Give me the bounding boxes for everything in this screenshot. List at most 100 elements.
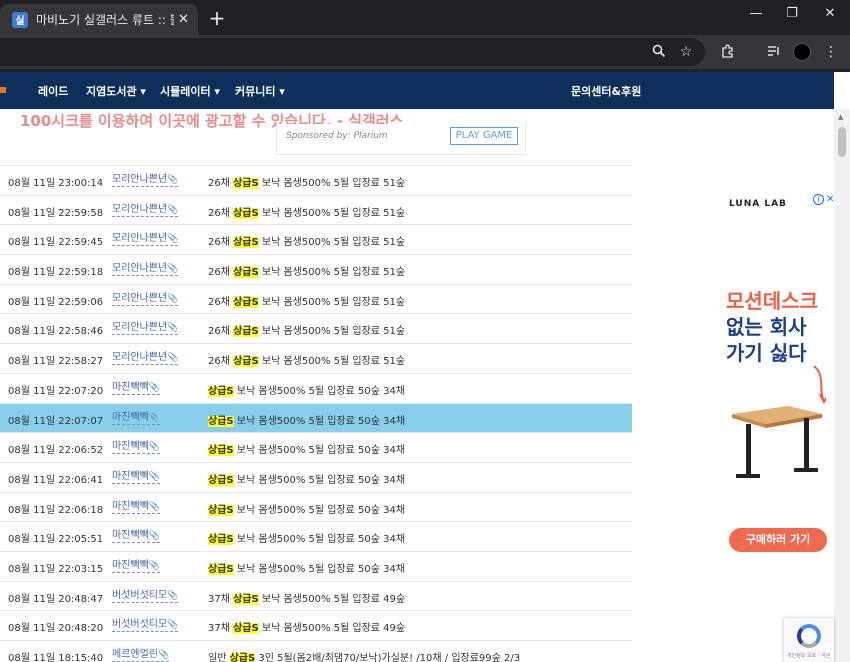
recaptcha-badge[interactable]: 개인정보 보호 - 약관: [784, 618, 834, 662]
row-timestamp: 08월 11일 22:07:07: [8, 415, 104, 427]
table-row[interactable]: 08월 11일 18:15:40 메르엔멀린📎 일반 상급S 3인 5될(몸2배/최…: [0, 640, 632, 662]
row-username[interactable]: 모리안나쁜년📎: [112, 322, 179, 336]
row-username[interactable]: 모리안나쁜년📎: [112, 352, 179, 366]
message-highlight: 상급S: [233, 237, 259, 249]
username-text[interactable]: 모리안나쁜년: [112, 352, 167, 363]
username-text[interactable]: 마진빽빽: [112, 382, 149, 393]
table-row[interactable]: 08월 11일 20:48:20 버섯버섯티모📎 37채 상급S 보낙 몸생500%…: [0, 610, 632, 640]
buy-button[interactable]: 구매하러 가기: [729, 528, 827, 552]
message-highlight: 상급S: [233, 623, 259, 635]
row-username[interactable]: 마진빽빽📎: [112, 412, 161, 425]
row-timestamp: 08월 11일 22:06:18: [8, 504, 104, 516]
username-text[interactable]: 모리안나쁜년: [112, 263, 167, 274]
username-text[interactable]: 모리안나쁜년: [112, 293, 167, 304]
row-username[interactable]: 모리안나쁜년📎: [112, 293, 179, 306]
row-message: 상급S 보낙 몸생500% 5될 입장료 50숲 34채: [208, 412, 405, 427]
message-prefix: 26채: [208, 207, 234, 219]
table-row[interactable]: 08월 11일 22:06:52 마진빽빽📎 상급S 보낙 몸생500% 5될 입장…: [0, 432, 632, 462]
scroll-thumb[interactable]: [838, 127, 846, 157]
table-row[interactable]: 08월 11일 23:00:14 모리안나쁜년📎 26채 상급S 보낙 몸생500%…: [0, 165, 632, 195]
table-row[interactable]: 08월 11일 22:07:20 마진빽빽📎 상급S 보낙 몸생500% 5될 입장…: [0, 372, 632, 403]
table-row[interactable]: 08월 11일 22:59:58 모리안나쁜년📎 26채 상급S 보낙 몸생500%…: [0, 194, 632, 225]
row-username[interactable]: 모리안나쁜년📎: [112, 233, 179, 247]
row-timestamp: 08월 11일 22:59:06: [8, 296, 104, 308]
table-row[interactable]: 08월 11일 22:59:06 모리안나쁜년📎 26채 상급S 보낙 몸생500%…: [0, 283, 632, 314]
table-row[interactable]: 08월 11일 22:03:15 마진빽빽📎 상급S 보낙 몸생500% 5될 입장…: [0, 550, 632, 581]
row-username[interactable]: 마진빽빽📎: [112, 471, 161, 484]
ad-headline-line1: 모션데스크: [726, 289, 818, 313]
username-text[interactable]: 모리안나쁜년: [112, 174, 167, 185]
table-row[interactable]: 08월 11일 22:05:51 마진빽빽📎 상급S 보낙 몸생500% 5될 입장…: [0, 521, 632, 551]
username-text[interactable]: 마진빽빽: [112, 412, 149, 423]
username-text[interactable]: 버섯버섯티모: [112, 590, 167, 601]
table-row[interactable]: 08월 11일 22:06:41 마진빽빽📎 상급S 보낙 몸생500% 5될 입장…: [0, 461, 632, 492]
username-text[interactable]: 버섯버섯티모: [112, 619, 167, 630]
nav-item-raid[interactable]: 레이드: [38, 83, 68, 99]
profile-avatar[interactable]: [793, 43, 811, 61]
page-scrollbar[interactable]: ▲: [834, 109, 850, 662]
side-ad[interactable]: LUNA LAB i ✕ 모션데스크 없는 회사 가기 싫다 구매하러 가기: [718, 188, 834, 568]
row-username[interactable]: 모리안나쁜년📎: [112, 263, 179, 277]
message-body: 보낙 몸생500% 5될 입장료 51숲: [258, 178, 406, 189]
browser-tab[interactable]: 실 마비노기 실갤러스 류트 :: 뿔피 ✕: [0, 4, 198, 35]
row-username[interactable]: 모리안나쁜년📎: [112, 204, 179, 217]
table-row[interactable]: 08월 11일 22:58:27 모리안나쁜년📎 26채 상급S 보낙 몸생500%…: [0, 343, 632, 373]
row-username[interactable]: 마진빽빽📎: [112, 501, 161, 514]
username-text[interactable]: 마진빽빽: [112, 530, 149, 541]
message-highlight: 상급S: [208, 415, 234, 427]
username-text[interactable]: 모리안나쁜년: [112, 233, 167, 244]
row-timestamp: 08월 11일 22:07:20: [8, 385, 104, 397]
table-row[interactable]: 08월 11일 22:59:45 모리안나쁜년📎 26채 상급S 보낙 몸생500%…: [0, 224, 632, 254]
extensions-icon[interactable]: [719, 44, 737, 62]
table-row[interactable]: 08월 11일 20:48:47 버섯버섯티모📎 37채 상급S 보낙 몸생500%…: [0, 580, 632, 611]
message-body: 보낙 몸생500% 5될 입장료 51숲: [258, 326, 406, 338]
new-tab-button[interactable]: +: [206, 6, 228, 30]
nav-logo-mark[interactable]: [0, 87, 6, 93]
table-row[interactable]: 08월 11일 22:06:18 마진빽빽📎 상급S 보낙 몸생500% 5될 입장…: [0, 491, 632, 522]
table-row[interactable]: 08월 11일 22:07:07 마진빽빽📎 상급S 보낙 몸생500% 5될 입장…: [0, 402, 632, 433]
username-text[interactable]: 모리안나쁜년: [112, 322, 167, 333]
username-text[interactable]: 마진빽빽: [112, 441, 149, 452]
row-username[interactable]: 메르엔멀린📎: [112, 649, 170, 662]
table-row[interactable]: 08월 11일 22:58:46 모리안나쁜년📎 26채 상급S 보낙 몸생500%…: [0, 313, 632, 343]
message-highlight: 상급S: [208, 385, 234, 397]
nav-item-simulator[interactable]: 시뮬레이터 ▾: [160, 83, 220, 99]
play-game-button[interactable]: PLAY GAME: [450, 127, 518, 145]
username-text[interactable]: 마진빽빽: [112, 471, 149, 482]
table-row[interactable]: 08월 11일 22:59:18 모리안나쁜년📎 26채 상급S 보낙 몸생500%…: [0, 254, 632, 284]
zoom-icon[interactable]: [650, 44, 668, 62]
media-control-icon[interactable]: [765, 44, 783, 62]
tab-close-icon[interactable]: ✕: [178, 12, 189, 27]
minimize-icon[interactable]: —: [743, 6, 769, 21]
menu-dots-icon[interactable]: ⋮: [822, 44, 840, 60]
restore-icon[interactable]: ❐: [779, 6, 805, 21]
nav-item-library[interactable]: 지염도서관 ▾: [86, 83, 146, 99]
row-username[interactable]: 버섯버섯티모📎: [112, 619, 179, 633]
ad-info-icon[interactable]: i: [813, 194, 824, 205]
message-body: 보낙 몸생500% 5될 입장료 50숲 34채: [233, 385, 406, 397]
row-username[interactable]: 마진빽빽📎: [112, 441, 161, 455]
sponsored-ad[interactable]: Sponsored by: Plarium PLAY GAME: [276, 124, 526, 155]
message-body: 3인 5될(몸2배/최댐70/보낙)가실분! /10채 / 입장료99숲 2/3: [255, 653, 521, 662]
row-username[interactable]: 모리안나쁜년📎: [112, 174, 179, 187]
row-username[interactable]: 마진빽빽📎: [112, 560, 161, 573]
scroll-up-arrow-icon[interactable]: ▲: [838, 113, 843, 121]
row-username[interactable]: 버섯버섯티모📎: [112, 590, 179, 603]
nav-item-support[interactable]: 문의센터&후원: [571, 83, 641, 99]
nav-item-community[interactable]: 커뮤니티 ▾: [235, 83, 285, 99]
username-text[interactable]: 메르엔멀린: [112, 649, 158, 660]
message-highlight: 상급S: [233, 356, 259, 368]
attachment-icon: 📎: [148, 501, 161, 512]
username-text[interactable]: 모리안나쁜년: [112, 204, 167, 215]
row-message: 26채 상급S 보낙 몸생500% 5될 입장료 51숲: [208, 293, 405, 308]
username-text[interactable]: 마진빽빽: [112, 560, 149, 571]
window-close-icon[interactable]: ✕: [817, 6, 843, 21]
star-icon[interactable]: ☆: [677, 44, 695, 60]
attachment-icon: 📎: [167, 264, 179, 275]
address-bar[interactable]: [0, 38, 705, 66]
row-username[interactable]: 마진빽빽📎: [112, 530, 161, 544]
row-username[interactable]: 마진빽빽📎: [112, 382, 161, 395]
row-message: 상급S 보낙 몸생500% 5될 입장료 50숲 34채: [208, 471, 405, 486]
message-prefix: 26채: [208, 267, 234, 279]
username-text[interactable]: 마진빽빽: [112, 501, 149, 512]
